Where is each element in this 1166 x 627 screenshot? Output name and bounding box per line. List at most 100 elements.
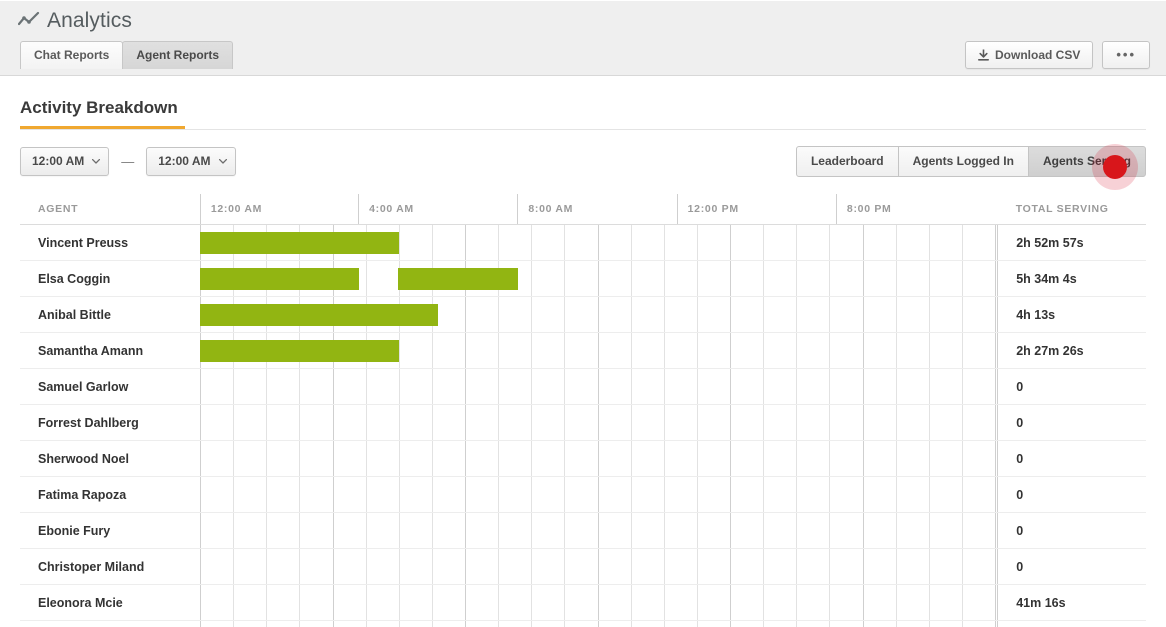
activity-bar[interactable] <box>200 304 439 326</box>
gridline <box>863 477 865 512</box>
tab-chat-reports[interactable]: Chat Reports <box>20 41 124 69</box>
table-row[interactable]: Samantha Amann 2h 27m 26s <box>20 332 1146 369</box>
gridline <box>564 369 566 404</box>
gridline <box>531 405 533 440</box>
gridline <box>598 621 600 627</box>
gridline <box>299 369 301 404</box>
section-heading-wrap: Activity Breakdown <box>20 76 1146 130</box>
activity-bar[interactable] <box>200 268 360 290</box>
gridline <box>200 441 202 476</box>
tab-agents-logged-in[interactable]: Agents Logged In <box>897 145 1029 177</box>
gridline <box>929 549 931 584</box>
end-time-select[interactable]: 12:00 AM <box>146 146 236 176</box>
col-header-total-serving: TOTAL SERVING <box>997 194 1146 225</box>
gridline <box>432 477 434 512</box>
gridline <box>200 585 202 620</box>
gridline <box>564 513 566 548</box>
gridline <box>465 477 467 512</box>
gridline <box>531 585 533 620</box>
gridline <box>829 549 831 584</box>
activity-bar[interactable] <box>200 232 400 254</box>
gridline <box>995 261 997 296</box>
table-row[interactable]: Samuel Garlow 0 <box>20 368 1146 405</box>
gridline <box>962 333 964 368</box>
table-row[interactable]: Eleonora Mcie 41m 16s <box>20 584 1146 621</box>
table-row[interactable]: Christoper Miland 0 <box>20 548 1146 585</box>
gridline <box>896 441 898 476</box>
more-options-button[interactable]: ••• <box>1102 41 1150 69</box>
gridline <box>962 369 964 404</box>
gridline <box>664 477 666 512</box>
gridline <box>929 621 931 627</box>
total-serving-cell: 2h 52m 57s <box>997 224 1146 261</box>
timeline-grid <box>200 585 997 620</box>
table-row[interactable]: Vincent Preuss 2h 52m 57s <box>20 224 1146 261</box>
gridline <box>829 405 831 440</box>
gridline <box>995 405 997 440</box>
gridline <box>631 405 633 440</box>
gridline <box>664 621 666 627</box>
gridline <box>631 441 633 476</box>
gridline <box>366 441 368 476</box>
gridline <box>730 333 732 368</box>
gridline <box>399 621 401 627</box>
gridline <box>498 477 500 512</box>
table-row[interactable]: Stan Joan 0 <box>20 620 1146 627</box>
gridline <box>863 333 865 368</box>
table-row[interactable]: Fatima Rapoza 0 <box>20 476 1146 513</box>
total-serving-cell: 0 <box>997 476 1146 513</box>
table-row[interactable]: Ebonie Fury 0 <box>20 512 1146 549</box>
gridline <box>266 441 268 476</box>
table-row[interactable]: Forrest Dahlberg 0 <box>20 404 1146 441</box>
activity-timeline-cell <box>200 476 998 513</box>
gridline <box>863 369 865 404</box>
start-time-select[interactable]: 12:00 AM <box>20 146 110 176</box>
agent-name-cell: Sherwood Noel <box>20 440 201 477</box>
gridline <box>233 549 235 584</box>
tab-agents-serving[interactable]: Agents Serving <box>1027 145 1146 177</box>
download-csv-button[interactable]: Download CSV <box>965 41 1094 69</box>
tab-leaderboard[interactable]: Leaderboard <box>795 145 899 177</box>
activity-bar[interactable] <box>398 268 519 290</box>
gridline <box>631 225 633 260</box>
gridline <box>796 225 798 260</box>
activity-bar[interactable] <box>200 340 400 362</box>
gridline <box>432 405 434 440</box>
total-serving-cell: 5h 34m 4s <box>997 260 1146 297</box>
gridline <box>598 441 600 476</box>
table-row[interactable]: Anibal Bittle 4h 13s <box>20 296 1146 333</box>
gridline <box>399 333 401 368</box>
gridline <box>299 549 301 584</box>
chevron-down-icon <box>92 159 101 164</box>
gridline <box>697 333 699 368</box>
table-row[interactable]: Elsa Coggin 5h 34m 4s <box>20 260 1146 297</box>
col-header-time-2: 8:00 AM <box>517 194 678 225</box>
gridline <box>299 477 301 512</box>
gridline <box>730 585 732 620</box>
tab-agent-reports[interactable]: Agent Reports <box>122 41 234 69</box>
total-serving-cell: 0 <box>997 512 1146 549</box>
table-row[interactable]: Sherwood Noel 0 <box>20 440 1146 477</box>
gridline <box>465 549 467 584</box>
gridline <box>531 225 533 260</box>
gridline <box>564 261 566 296</box>
agent-name-cell: Samantha Amann <box>20 332 201 369</box>
gridline <box>763 477 765 512</box>
gridline <box>266 549 268 584</box>
gridline <box>498 441 500 476</box>
gridline <box>631 333 633 368</box>
analytics-trend-icon <box>18 11 40 26</box>
gridline <box>863 405 865 440</box>
timeline-grid <box>200 441 997 476</box>
gridline <box>564 585 566 620</box>
gridline <box>465 297 467 332</box>
col-header-time-4: 8:00 PM <box>835 194 998 225</box>
gridline <box>266 585 268 620</box>
gridline <box>299 405 301 440</box>
gridline <box>664 297 666 332</box>
timeline-grid <box>200 333 997 368</box>
gridline <box>631 585 633 620</box>
gridline <box>829 585 831 620</box>
activity-timeline-cell <box>200 260 998 297</box>
timeline-grid <box>200 369 997 404</box>
